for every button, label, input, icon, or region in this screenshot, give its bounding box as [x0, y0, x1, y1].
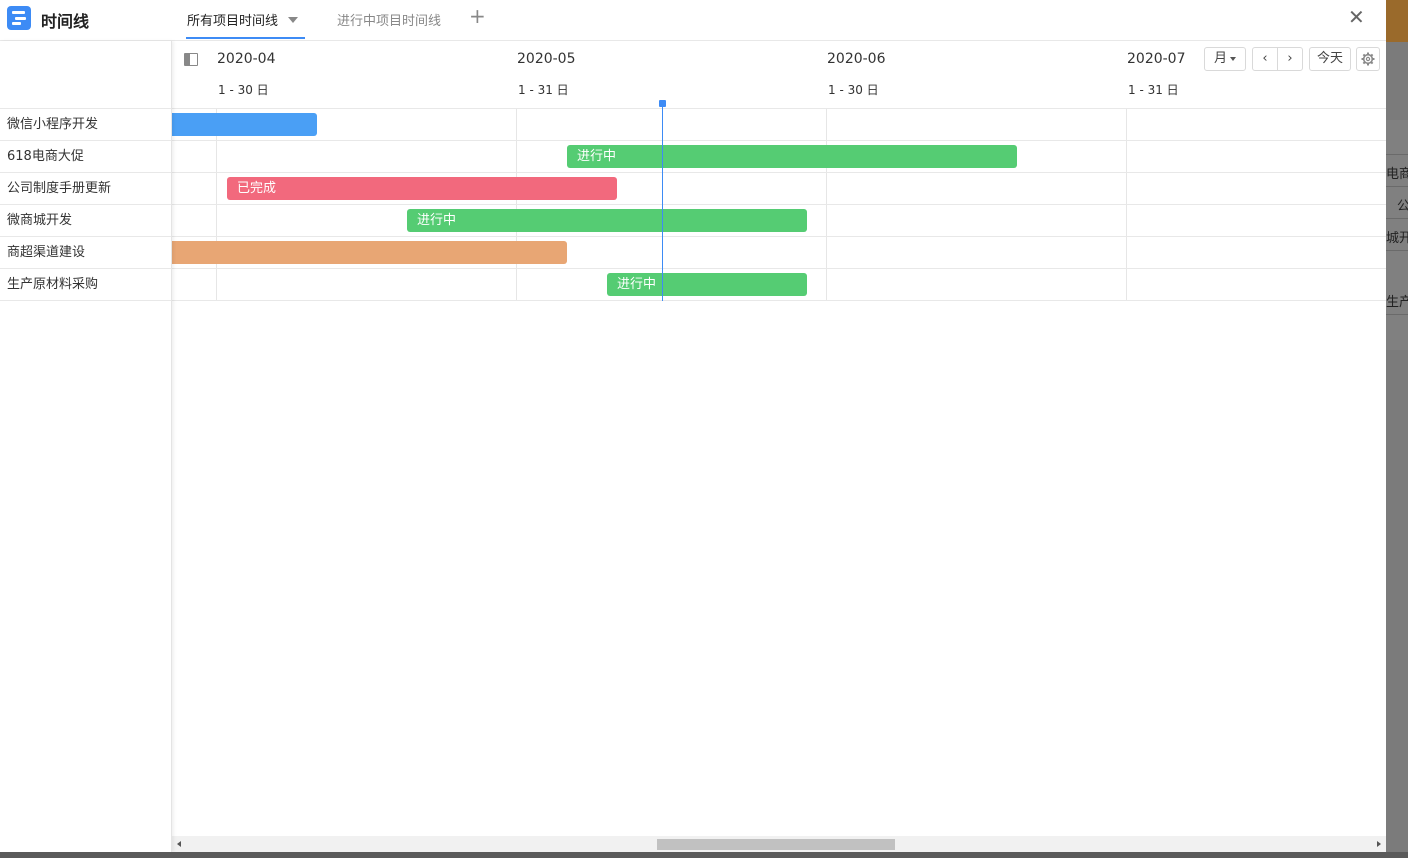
project-bar[interactable]: 已完成	[227, 177, 617, 200]
row-divider	[172, 236, 1386, 237]
month-range: 1 - 31 日	[518, 83, 569, 97]
project-row-label[interactable]: 618电商大促	[0, 141, 171, 173]
gear-icon[interactable]	[1356, 47, 1380, 71]
background-text: 城开	[1386, 231, 1408, 246]
app-title: 时间线	[41, 12, 90, 31]
month-gridline	[516, 109, 517, 301]
row-divider	[172, 268, 1386, 269]
month-name: 2020-05	[517, 51, 576, 67]
caret-down-icon[interactable]	[288, 16, 299, 23]
timeline-grid[interactable]: 2020-04 1 - 30 日 2020-05 1 - 31 日 2020-0…	[172, 41, 1386, 836]
month-name: 2020-04	[217, 51, 276, 67]
row-divider	[172, 140, 1386, 141]
project-bar[interactable]: 进行中	[607, 273, 807, 296]
background-page: 电商 公 城开 生产	[1386, 0, 1408, 858]
project-bar[interactable]	[172, 113, 317, 136]
project-row-label[interactable]: 微信小程序开发	[0, 109, 171, 141]
modal-header: 时间线 所有项目时间线 进行中项目时间线 + ✕	[0, 0, 1386, 41]
background-divider	[1386, 250, 1408, 251]
active-tab-indicator	[186, 37, 305, 39]
scroll-left-icon[interactable]	[177, 841, 181, 847]
background-divider	[1386, 154, 1408, 155]
today-marker-line	[662, 103, 663, 301]
tab-label: 所有项目时间线	[187, 14, 279, 29]
view-mode-select[interactable]: 月	[1204, 47, 1246, 71]
chevron-right-icon[interactable]: ›	[1277, 47, 1303, 71]
project-row-label[interactable]: 生产原材料采购	[0, 269, 171, 301]
project-row-label[interactable]: 商超渠道建设	[0, 237, 171, 269]
background-bottom	[0, 852, 1408, 858]
month-range: 1 - 31 日	[1128, 83, 1179, 97]
tab-label: 进行中项目时间线	[337, 14, 442, 29]
today-marker-handle	[659, 100, 666, 107]
background-divider	[1386, 186, 1408, 187]
timeline-logo-icon	[7, 6, 31, 30]
month-name: 2020-06	[827, 51, 886, 67]
month-range: 1 - 30 日	[828, 83, 879, 97]
month-range: 1 - 30 日	[218, 83, 269, 97]
month-gridline	[1126, 109, 1127, 301]
project-row-label[interactable]: 微商城开发	[0, 205, 171, 237]
gear-icon	[1361, 52, 1375, 66]
background-text: 公	[1397, 199, 1408, 214]
row-divider	[172, 204, 1386, 205]
background-text: 生产	[1386, 295, 1408, 310]
month-gridline	[826, 109, 827, 301]
background-header	[1386, 0, 1408, 42]
view-mode-label: 月	[1213, 51, 1227, 66]
project-bar[interactable]: 进行中	[407, 209, 807, 232]
close-icon[interactable]: ✕	[1348, 6, 1365, 28]
project-list-header	[0, 41, 171, 109]
chevron-left-icon[interactable]: ‹	[1252, 47, 1278, 71]
timeline-modal: 时间线 所有项目时间线 进行中项目时间线 + ✕ 微信小程序开发 618电商大促…	[0, 0, 1386, 852]
project-row-label[interactable]: 公司制度手册更新	[0, 173, 171, 205]
collapse-panel-icon[interactable]	[184, 53, 198, 66]
today-button[interactable]: 今天	[1309, 47, 1351, 71]
row-divider	[172, 172, 1386, 173]
month-gridline	[216, 109, 217, 301]
tab-in-progress[interactable]: 进行中项目时间线	[337, 10, 441, 29]
header-divider	[172, 108, 1386, 109]
row-divider	[172, 300, 1386, 301]
horizontal-scrollbar[interactable]	[172, 836, 1386, 852]
project-bar[interactable]: 进行中	[567, 145, 1017, 168]
tab-all-projects[interactable]: 所有项目时间线	[187, 10, 299, 29]
plus-icon[interactable]: +	[469, 6, 486, 26]
project-bar[interactable]	[172, 241, 567, 264]
background-text: 电商	[1386, 167, 1408, 182]
scrollbar-thumb[interactable]	[657, 839, 895, 850]
scroll-right-icon[interactable]	[1377, 841, 1381, 847]
project-list: 微信小程序开发 618电商大促 公司制度手册更新 微商城开发 商超渠道建设 生产…	[0, 41, 172, 852]
background-divider	[1386, 314, 1408, 315]
background-divider	[1386, 218, 1408, 219]
month-name: 2020-07	[1127, 51, 1186, 67]
caret-down-icon	[1230, 56, 1236, 61]
